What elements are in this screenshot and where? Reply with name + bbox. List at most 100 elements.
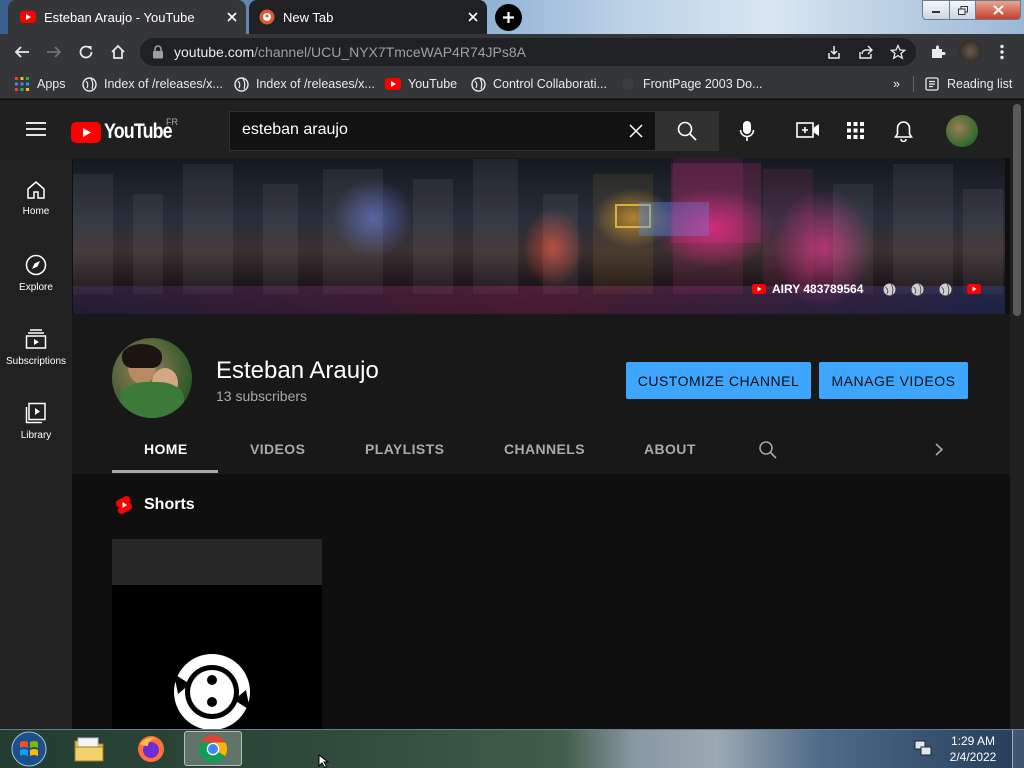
shorts-section-title: Shorts xyxy=(144,496,195,513)
tab-new-tab[interactable]: New Tab xyxy=(249,0,487,34)
sidebar-item-label: Subscriptions xyxy=(5,356,67,367)
bookmark-label: Control Collaborati... xyxy=(493,77,607,91)
windows-start-orb-icon xyxy=(11,731,47,766)
close-tab-icon[interactable] xyxy=(218,12,246,22)
minimize-button[interactable] xyxy=(922,0,950,20)
back-icon[interactable] xyxy=(12,42,32,62)
menu-dots-icon[interactable] xyxy=(992,42,1012,62)
reading-list-icon xyxy=(924,76,940,92)
chevron-right-icon[interactable] xyxy=(935,443,943,456)
minimize-icon xyxy=(932,11,940,13)
short-thumbnail[interactable] xyxy=(112,539,322,729)
create-video-icon[interactable] xyxy=(796,121,820,139)
channel-avatar xyxy=(112,338,192,418)
channel-name: Esteban Araujo xyxy=(216,357,379,384)
reading-list-label: Reading list xyxy=(947,77,1013,91)
sidebar-item-home[interactable]: Home xyxy=(0,160,72,234)
tab-home[interactable]: HOME xyxy=(144,441,188,457)
tab-title: Esteban Araujo - YouTube xyxy=(44,9,195,25)
bookmarks-overflow[interactable]: » xyxy=(893,75,900,93)
bookmark-label: Index of /releases/x... xyxy=(104,77,223,91)
bookmark-youtube[interactable]: YouTube xyxy=(385,75,457,93)
close-tab-icon[interactable] xyxy=(459,12,487,22)
banner-link-text[interactable]: AIRY 483789564 xyxy=(772,282,863,296)
extensions-icon[interactable] xyxy=(928,42,948,62)
profile-avatar[interactable] xyxy=(959,40,982,63)
duckduckgo-favicon-icon xyxy=(259,9,275,25)
apps-grid-icon xyxy=(14,76,30,92)
customize-channel-button[interactable]: CUSTOMIZE CHANNEL xyxy=(626,362,811,399)
globe-icon xyxy=(470,76,486,92)
firefox-icon xyxy=(138,735,164,762)
bookmark-index-2[interactable]: Index of /releases/x... xyxy=(233,75,375,93)
microphone-icon[interactable] xyxy=(739,120,755,142)
channel-search-icon[interactable] xyxy=(759,441,777,459)
globe-icon xyxy=(233,76,249,92)
bookmark-frontpage[interactable]: FrontPage 2003 Do... xyxy=(620,75,763,93)
tab-channels[interactable]: CHANNELS xyxy=(504,441,585,457)
hamburger-menu-icon[interactable] xyxy=(26,121,46,137)
account-avatar[interactable] xyxy=(946,115,978,147)
forward-icon[interactable] xyxy=(44,42,64,62)
tab-playlists[interactable]: PLAYLISTS xyxy=(365,441,444,457)
sidebar-item-label: Library xyxy=(20,430,52,441)
document-icon xyxy=(620,76,636,92)
search-button[interactable] xyxy=(655,111,719,151)
tab-about[interactable]: ABOUT xyxy=(644,441,696,457)
logo-region: FR xyxy=(166,117,178,127)
bookmark-label: YouTube xyxy=(408,77,458,91)
scrollbar-thumb[interactable] xyxy=(1013,104,1021,316)
sidebar-item-subscriptions[interactable]: Subscriptions xyxy=(0,308,72,382)
search-input-value: esteban araujo xyxy=(242,121,348,138)
star-icon[interactable] xyxy=(888,42,908,62)
sidebar-item-explore[interactable]: Explore xyxy=(0,234,72,308)
network-icon[interactable] xyxy=(914,739,932,757)
link-globe-icon xyxy=(939,283,952,295)
url-text[interactable]: youtube.com/channel/UCU_NYX7TmceWAP4R74J… xyxy=(174,44,526,60)
bookmarks-divider xyxy=(913,76,914,92)
restore-button[interactable] xyxy=(949,0,976,20)
link-globe-icon xyxy=(883,283,896,295)
youtube-favicon-icon xyxy=(385,76,401,92)
plus-icon xyxy=(503,12,514,23)
tab-videos[interactable]: VIDEOS xyxy=(250,441,305,457)
home-icon xyxy=(27,181,45,199)
subscriber-count: 13 subscribers xyxy=(216,388,308,404)
clear-search-icon[interactable] xyxy=(629,124,643,138)
bookmark-label: Apps xyxy=(37,77,66,91)
taskbar-chrome[interactable] xyxy=(184,731,242,766)
share-icon[interactable] xyxy=(856,42,876,62)
install-icon[interactable] xyxy=(824,42,844,62)
logo-text: YouTube xyxy=(104,120,173,143)
notifications-bell-icon[interactable] xyxy=(894,120,913,142)
new-tab-button[interactable] xyxy=(495,4,522,31)
tab-youtube[interactable]: Esteban Araujo - YouTube xyxy=(8,0,246,34)
taskbar-clock[interactable]: 1:29 AM 2/4/2022 xyxy=(945,733,1001,765)
taskbar-file-explorer[interactable] xyxy=(60,731,118,766)
bookmark-index-1[interactable]: Index of /releases/x... xyxy=(81,75,223,93)
home-icon[interactable] xyxy=(108,42,128,62)
lock-icon[interactable] xyxy=(148,42,168,62)
search-icon xyxy=(677,121,697,141)
bookmark-label: FrontPage 2003 Do... xyxy=(643,77,763,91)
taskbar-firefox[interactable] xyxy=(122,731,180,766)
show-desktop-button[interactable] xyxy=(1012,730,1024,768)
url-host: youtube.com xyxy=(174,44,255,60)
sidebar-item-label: Explore xyxy=(19,282,53,293)
bookmark-apps[interactable]: Apps xyxy=(14,75,66,93)
close-window-button[interactable] xyxy=(975,0,1021,20)
sidebar-item-library[interactable]: Library xyxy=(0,382,72,456)
shorts-icon xyxy=(115,495,133,515)
active-tab-indicator xyxy=(112,470,218,473)
youtube-favicon-icon xyxy=(20,11,36,23)
banner-links: AIRY 483789564 xyxy=(752,281,982,297)
apps-icon[interactable] xyxy=(847,122,864,139)
url-path: /channel/UCU_NYX7TmceWAP4R74JPs8A xyxy=(254,44,526,60)
reading-list[interactable]: Reading list xyxy=(924,75,1012,93)
reload-icon[interactable] xyxy=(76,42,96,62)
start-button[interactable] xyxy=(0,731,58,766)
manage-videos-button[interactable]: MANAGE VIDEOS xyxy=(819,362,968,399)
bookmark-control[interactable]: Control Collaborati... xyxy=(470,75,607,93)
clock-time: 1:29 AM xyxy=(950,734,996,748)
restore-icon xyxy=(957,5,968,15)
